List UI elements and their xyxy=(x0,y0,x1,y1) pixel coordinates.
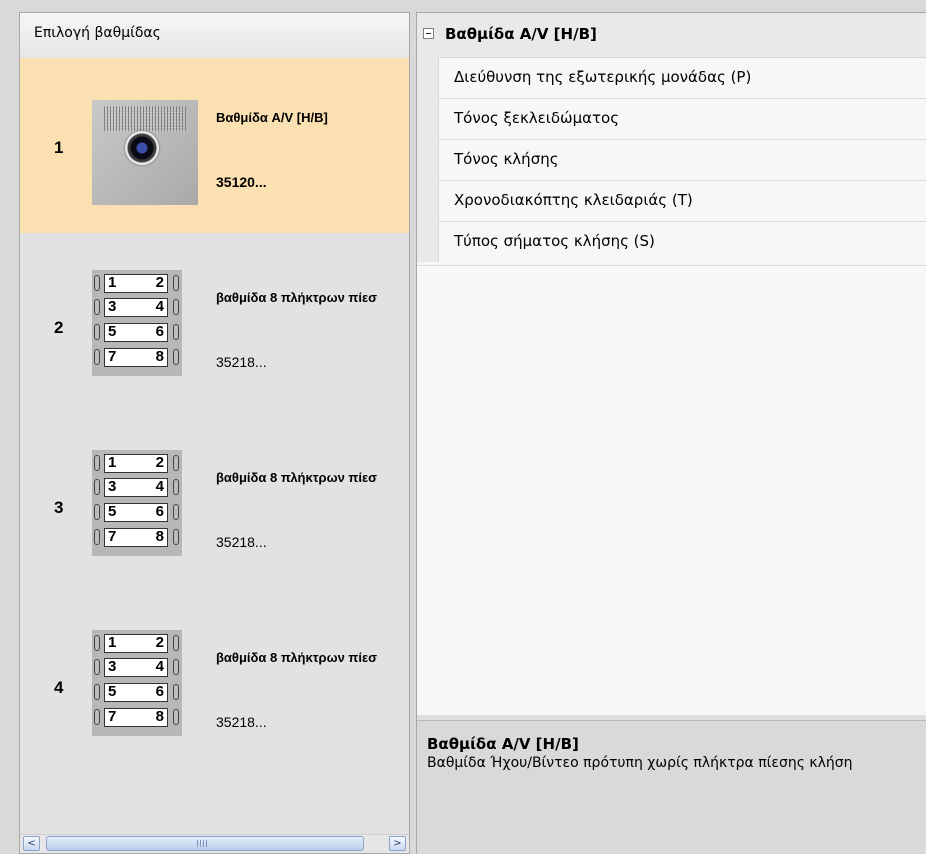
scroll-right-button[interactable]: > xyxy=(389,836,406,851)
module-name: βαθμίδα 8 πλήκτρων πίεσ xyxy=(216,650,378,665)
property-row[interactable]: Τόνος κλήσης xyxy=(417,139,926,180)
property-label: Τύπος σήματος κλήσης (S) xyxy=(454,232,655,250)
keypad-8-buttons-icon: 12 34 56 78 xyxy=(92,270,182,376)
module-code: 35218... xyxy=(216,534,267,550)
description-pane: Βαθμίδα A/V [H/B] Βαθμίδα Ήχου/Βίντεο πρ… xyxy=(417,720,926,854)
module-selection-header: Επιλογή βαθμίδας xyxy=(20,13,409,59)
module-row-1[interactable]: 1 Βαθμίδα A/V [H/B] 35120... xyxy=(20,58,409,233)
property-label: Χρονοδιακόπτης κλειδαριάς (T) xyxy=(454,191,693,209)
property-grid-empty-area xyxy=(417,265,926,716)
property-category-title: Βαθμίδα A/V [H/B] xyxy=(445,25,597,43)
property-category-row[interactable]: Βαθμίδα A/V [H/B] xyxy=(417,13,926,58)
module-row-3[interactable]: 3 12 34 56 78 βαθμίδα 8 πλήκτρων πίεσ 35… xyxy=(20,418,409,593)
scrollbar-grip-icon xyxy=(197,840,207,847)
property-grid-panel: Βαθμίδα A/V [H/B] Διεύθυνση της εξωτερικ… xyxy=(416,12,926,854)
module-code: 35120... xyxy=(216,174,267,190)
horizontal-scrollbar[interactable]: < > xyxy=(20,834,409,853)
row-number: 2 xyxy=(54,318,64,337)
property-row[interactable]: Τόνος ξεκλειδώματος xyxy=(417,98,926,139)
row-number: 4 xyxy=(54,678,64,697)
description-text: Βαθμίδα Ήχου/Βίντεο πρότυπη χωρίς πλήκτρ… xyxy=(427,755,853,771)
module-name: Βαθμίδα A/V [H/B] xyxy=(216,110,328,125)
module-row-2[interactable]: 2 12 34 56 78 βαθμίδα 8 πλήκτρων πίεσ 35… xyxy=(20,238,409,413)
camera-module-icon xyxy=(92,100,198,205)
collapse-icon[interactable] xyxy=(423,28,434,39)
property-row[interactable]: Διεύθυνση της εξωτερικής μονάδας (P) xyxy=(417,57,926,98)
description-title: Βαθμίδα A/V [H/B] xyxy=(427,735,579,753)
module-name: βαθμίδα 8 πλήκτρων πίεσ xyxy=(216,470,378,485)
row-number: 3 xyxy=(54,498,64,517)
scrollbar-thumb[interactable] xyxy=(46,836,364,851)
module-code: 35218... xyxy=(216,714,267,730)
property-row[interactable]: Τύπος σήματος κλήσης (S) xyxy=(417,221,926,262)
module-code: 35218... xyxy=(216,354,267,370)
scroll-left-button[interactable]: < xyxy=(23,836,40,851)
property-label: Διεύθυνση της εξωτερικής μονάδας (P) xyxy=(454,68,752,86)
property-label: Τόνος κλήσης xyxy=(454,150,559,168)
module-selection-panel: Επιλογή βαθμίδας 1 Βαθμίδα A/V [H/B] 351… xyxy=(19,12,410,854)
row-number: 1 xyxy=(54,138,64,157)
module-row-4[interactable]: 4 12 34 56 78 βαθμίδα 8 πλήκτρων πίεσ 35… xyxy=(20,598,409,773)
keypad-8-buttons-icon: 12 34 56 78 xyxy=(92,630,182,736)
property-row[interactable]: Χρονοδιακόπτης κλειδαριάς (T) xyxy=(417,180,926,221)
property-label: Τόνος ξεκλειδώματος xyxy=(454,109,620,127)
keypad-8-buttons-icon: 12 34 56 78 xyxy=(92,450,182,556)
module-name: βαθμίδα 8 πλήκτρων πίεσ xyxy=(216,290,378,305)
